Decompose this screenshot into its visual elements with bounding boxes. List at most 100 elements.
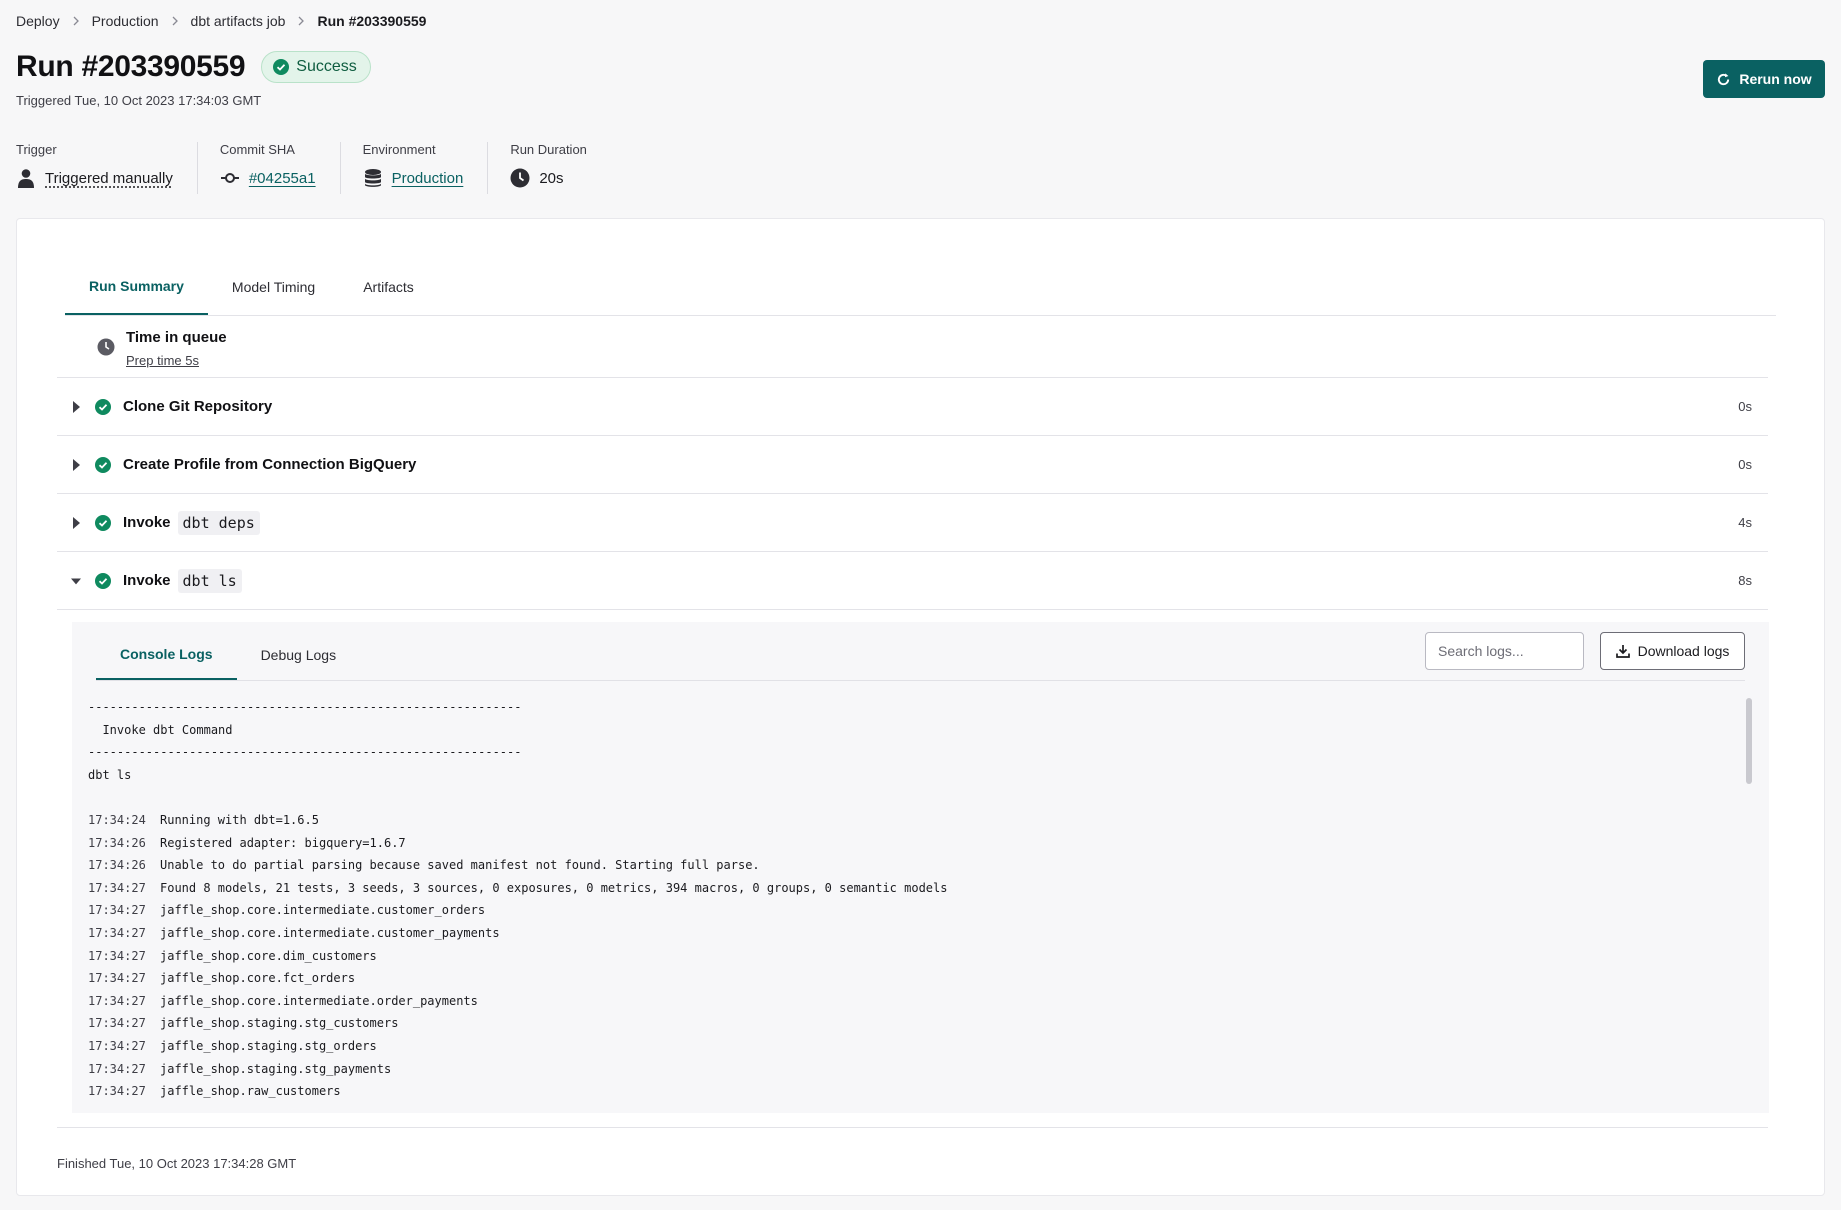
step-command: dbt ls — [177, 568, 242, 593]
log-timestamp: 17:34:24 — [88, 812, 146, 827]
git-commit-icon — [220, 173, 239, 183]
triggered-timestamp: Triggered Tue, 10 Oct 2023 17:34:03 GMT — [16, 93, 262, 108]
chevron-right-icon — [60, 16, 92, 26]
search-logs-input[interactable] — [1425, 632, 1584, 670]
meta-label: Trigger — [16, 142, 57, 157]
step-duration: 0s — [1738, 457, 1752, 472]
queue-title: Time in queue — [126, 329, 227, 346]
step-name: Invoke dbt ls — [123, 568, 242, 593]
step-dbt-ls[interactable]: Invoke dbt ls 8s — [57, 552, 1768, 610]
log-timestamp: 17:34:27 — [88, 993, 146, 1008]
tab-run-summary[interactable]: Run Summary — [65, 259, 208, 315]
status-label: Success — [296, 58, 357, 75]
log-line: 17:34:24 Running with dbt=1.6.5 — [88, 809, 1737, 832]
download-label: Download logs — [1637, 643, 1730, 659]
log-line: 17:34:27 jaffle_shop.core.fct_orders — [88, 967, 1737, 990]
rerun-label: Rerun now — [1739, 71, 1812, 87]
caret-right-icon — [69, 516, 83, 529]
step-duration: 0s — [1738, 399, 1752, 414]
page-title: Run #203390559 — [16, 50, 246, 83]
console-log-output: ----------------------------------------… — [88, 696, 1737, 1099]
meta-duration: Run Duration 20s — [510, 142, 611, 194]
prep-time-link[interactable]: Prep time 5s — [126, 353, 227, 368]
log-message: jaffle_shop.core.dim_customers — [160, 948, 377, 963]
log-message: jaffle_shop.staging.stg_customers — [160, 1016, 399, 1031]
log-line: 17:34:27 jaffle_shop.core.intermediate.cu… — [88, 899, 1737, 922]
clock-icon — [97, 338, 115, 356]
step-label: Create Profile from Connection BigQuery — [123, 456, 417, 473]
trigger-value: Triggered manually — [45, 169, 173, 187]
step-name: Create Profile from Connection BigQuery — [123, 456, 416, 473]
log-timestamp: 17:34:27 — [88, 1084, 146, 1099]
run-tabs: Run Summary Model Timing Artifacts — [65, 259, 1776, 316]
tab-artifacts[interactable]: Artifacts — [339, 259, 438, 315]
log-header-line: ----------------------------------------… — [88, 700, 522, 714]
log-header-line — [88, 786, 1737, 809]
download-logs-button[interactable]: Download logs — [1600, 632, 1745, 670]
chevron-right-icon — [285, 16, 317, 26]
log-line: 17:34:27 jaffle_shop.core.dim_customers — [88, 945, 1737, 968]
page-header: Run #203390559 Success — [16, 50, 371, 84]
log-panel: Console Logs Debug Logs Download logs --… — [72, 622, 1769, 1113]
breadcrumb-job[interactable]: dbt artifacts job — [191, 13, 286, 29]
log-timestamp: 17:34:27 — [88, 1038, 146, 1053]
rerun-button[interactable]: Rerun now — [1703, 60, 1825, 98]
tab-debug-logs[interactable]: Debug Logs — [237, 622, 361, 680]
clock-icon — [510, 168, 530, 188]
check-circle-icon — [95, 572, 111, 589]
meta-label: Environment — [362, 142, 436, 157]
finished-timestamp: Finished Tue, 10 Oct 2023 17:34:28 GMT — [57, 1156, 297, 1171]
log-timestamp: 17:34:26 — [88, 858, 146, 873]
refresh-icon — [1718, 72, 1730, 85]
log-message: jaffle_shop.staging.stg_payments — [160, 1061, 392, 1076]
step-command: dbt deps — [177, 510, 260, 535]
log-timestamp: 17:34:27 — [88, 903, 146, 918]
meta-trigger: Trigger Triggered manually — [16, 142, 198, 194]
run-steps: Clone Git Repository 0s Create Profile f… — [57, 377, 1768, 610]
meta-environment: Environment Production — [363, 142, 489, 194]
log-header-line: ----------------------------------------… — [88, 745, 522, 760]
log-message: jaffle_shop.staging.stg_orders — [160, 1038, 377, 1053]
breadcrumb-production[interactable]: Production — [92, 13, 159, 29]
log-line: 17:34:27 jaffle_shop.core.intermediate.or… — [88, 990, 1737, 1013]
log-message: Found 8 models, 21 tests, 3 seeds, 3 sou… — [160, 880, 948, 895]
user-icon — [18, 169, 34, 188]
caret-right-icon — [69, 458, 83, 471]
chevron-right-icon — [159, 16, 191, 26]
environment-link[interactable]: Production — [392, 170, 464, 187]
log-timestamp: 17:34:27 — [88, 880, 146, 895]
tab-console-logs[interactable]: Console Logs — [96, 622, 237, 680]
breadcrumb: Deploy Production dbt artifacts job Run … — [16, 13, 426, 29]
log-line: 17:34:26 Unable to do partial parsing bec… — [88, 854, 1737, 877]
step-clone-git[interactable]: Clone Git Repository 0s — [57, 378, 1768, 436]
queue-info: Time in queue Prep time 5s — [97, 327, 227, 368]
run-meta: Trigger Triggered manually Commit SHA #0… — [16, 142, 633, 194]
step-label: Clone Git Repository — [123, 398, 273, 415]
step-create-profile[interactable]: Create Profile from Connection BigQuery … — [57, 436, 1768, 494]
log-line: 17:34:27 jaffle_shop.staging.stg_customer… — [88, 1012, 1737, 1035]
log-scrollbar[interactable] — [1744, 696, 1754, 1099]
scrollbar-thumb[interactable] — [1746, 698, 1752, 784]
download-icon — [1615, 645, 1630, 658]
step-label: Invoke — [123, 572, 171, 589]
log-message: jaffle_shop.core.intermediate.customer_o… — [160, 903, 486, 918]
log-timestamp: 17:34:27 — [88, 925, 146, 940]
log-line: 17:34:27 jaffle_shop.raw_customers — [88, 1080, 1737, 1099]
step-name: Clone Git Repository — [123, 398, 272, 415]
finished-footer: Finished Tue, 10 Oct 2023 17:34:28 GMT — [57, 1127, 1768, 1171]
log-message: jaffle_shop.core.fct_orders — [160, 971, 356, 986]
log-timestamp: 17:34:27 — [88, 1016, 146, 1031]
step-label: Invoke — [123, 514, 171, 531]
step-dbt-deps[interactable]: Invoke dbt deps 4s — [57, 494, 1768, 552]
commit-sha-link[interactable]: #04255a1 — [249, 170, 316, 187]
tab-model-timing[interactable]: Model Timing — [208, 259, 339, 315]
caret-right-icon — [69, 400, 83, 413]
log-message: jaffle_shop.core.intermediate.order_paym… — [160, 993, 478, 1008]
log-line: 17:34:27 jaffle_shop.core.intermediate.cu… — [88, 922, 1737, 945]
check-circle-icon — [95, 514, 111, 531]
run-details-card: Run Summary Model Timing Artifacts Time … — [16, 218, 1825, 1196]
log-timestamp: 17:34:27 — [88, 948, 146, 963]
breadcrumb-deploy[interactable]: Deploy — [16, 13, 60, 29]
log-timestamp: 17:34:26 — [88, 835, 146, 850]
log-header-line: Invoke dbt Command — [88, 722, 233, 737]
